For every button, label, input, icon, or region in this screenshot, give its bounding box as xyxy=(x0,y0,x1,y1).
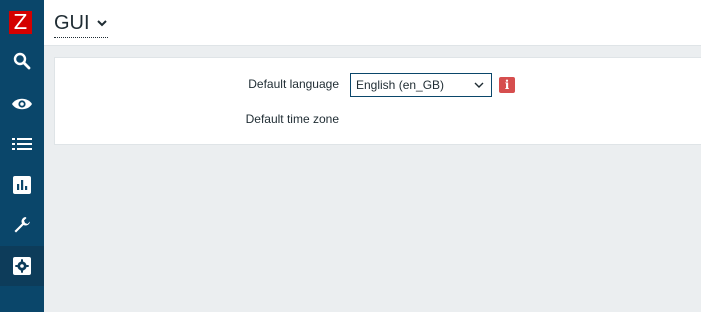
default-language-select[interactable]: English (en_GB) xyxy=(350,73,492,97)
default-language-label: Default language xyxy=(248,77,339,91)
page-title-dropdown[interactable]: GUI xyxy=(54,10,108,38)
default-timezone-label: Default time zone xyxy=(245,112,339,126)
chevron-down-icon xyxy=(96,20,107,27)
settings-form: Default language English (en_GB) i Defau… xyxy=(54,57,701,145)
reports-icon[interactable] xyxy=(0,165,44,205)
page-header: GUI xyxy=(44,0,701,46)
wrench-icon[interactable] xyxy=(0,205,44,245)
app: Z GUI Default language English (en_GB) i… xyxy=(0,0,701,312)
info-icon[interactable]: i xyxy=(499,77,515,93)
default-language-value: English (en_GB) xyxy=(356,78,445,92)
eye-icon[interactable] xyxy=(0,84,44,124)
gear-icon[interactable] xyxy=(0,246,44,286)
page-title: GUI xyxy=(54,11,90,34)
sidebar: Z xyxy=(0,0,44,312)
search-icon[interactable] xyxy=(0,41,44,81)
chevron-down-icon xyxy=(467,74,491,96)
list-icon[interactable] xyxy=(0,124,44,164)
logo[interactable]: Z xyxy=(9,11,32,34)
